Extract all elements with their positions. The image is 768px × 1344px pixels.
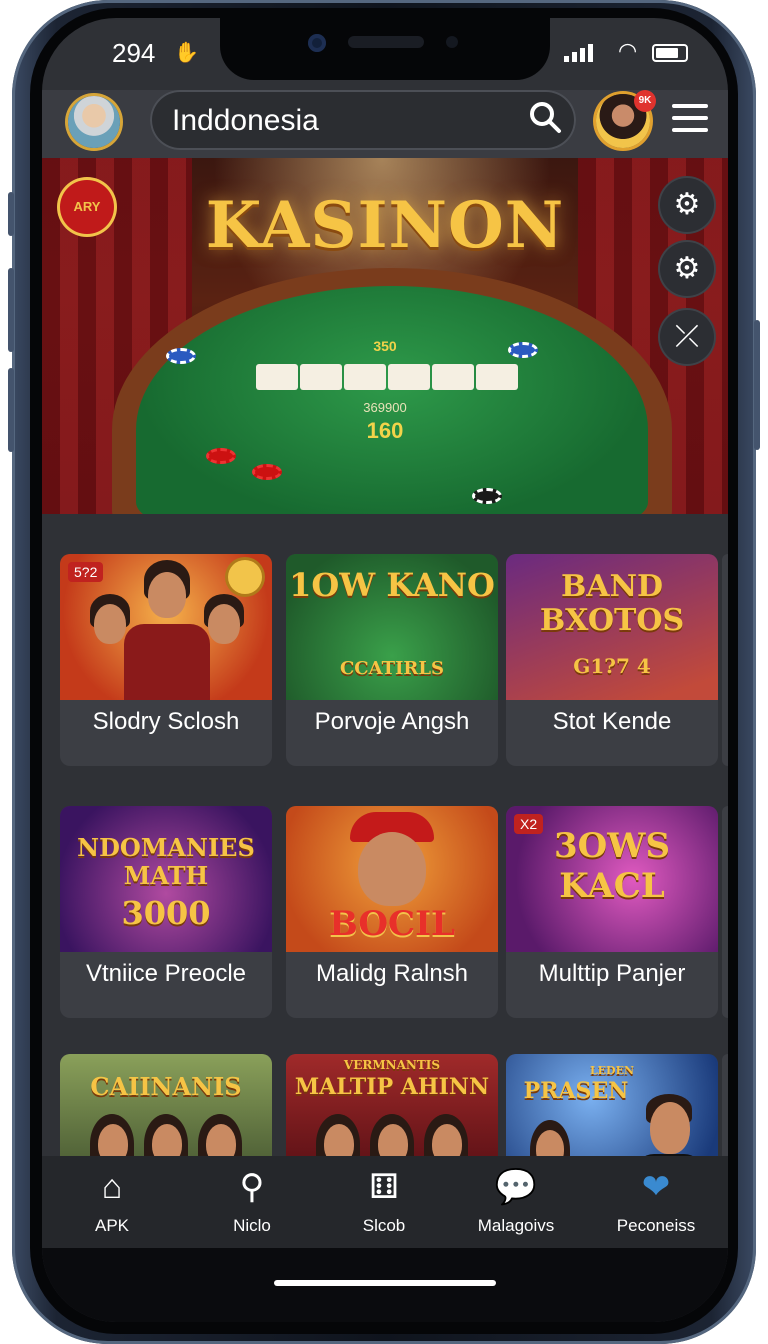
- search-icon: ⚲: [239, 1168, 265, 1206]
- swap-icon[interactable]: ⤫: [660, 310, 714, 364]
- game-title: Stot Kende: [552, 708, 672, 735]
- chip: [508, 342, 538, 358]
- nav-label: Niclo: [233, 1216, 271, 1235]
- notification-badge: 9K: [634, 90, 656, 112]
- next-card-peek: [722, 554, 728, 766]
- search-bar[interactable]: Inddonesia: [150, 90, 576, 150]
- game-thumbnail: 3OWS KACL X2: [506, 806, 718, 952]
- hamburger-menu-icon[interactable]: [672, 104, 708, 140]
- front-camera: [308, 34, 326, 52]
- game-title: Porvoje Angsh: [314, 708, 470, 735]
- game-card[interactable]: 1OW KANO CCATIRLS Porvoje Angsh: [286, 554, 498, 766]
- corner-badge: ARY: [60, 180, 114, 234]
- game-art-subtitle: G1?7 4: [573, 654, 651, 678]
- card-row: [256, 364, 518, 390]
- game-art-title: NDOMANIES MATH: [77, 833, 255, 890]
- home-indicator[interactable]: [274, 1280, 496, 1286]
- chip: [166, 348, 196, 364]
- search-input[interactable]: Inddonesia: [172, 104, 319, 138]
- game-title: Slodry Sclosh: [92, 708, 240, 735]
- game-art-subtitle: 3000: [121, 894, 211, 932]
- game-thumbnail: BAND BXOTOS G1?7 4: [506, 554, 718, 700]
- game-art-subtitle: LEDEN: [589, 1064, 635, 1077]
- game-card[interactable]: BAND BXOTOS G1?7 4 Stot Kende: [506, 554, 718, 766]
- nav-item-slcob[interactable]: ⚅ Slcob: [324, 1166, 444, 1236]
- nav-label: Peconeiss: [616, 1216, 696, 1235]
- game-thumbnail: 5?2: [60, 554, 272, 700]
- nav-label: Slcob: [362, 1216, 406, 1235]
- game-art-title: MALTIP AHINN: [294, 1074, 490, 1100]
- game-title: Vtniice Preocle: [85, 960, 247, 987]
- nav-item-peconeiss[interactable]: ❤ Peconeiss: [596, 1166, 716, 1236]
- game-art-title: PRASEN: [523, 1078, 629, 1104]
- earpiece-speaker: [348, 36, 424, 48]
- volume-up-button: [8, 268, 14, 352]
- camera-notch: [220, 18, 550, 80]
- felt-amount-text: 369900: [363, 400, 407, 415]
- game-art-subtitle: CCATIRLS: [339, 658, 445, 679]
- phone-screen: 294 ✋ ◠ Inddonesia 9K KASINON 350 369900…: [42, 18, 728, 1322]
- game-title: Malidg Ralnsh: [315, 960, 469, 987]
- profile-heart-icon: ❤: [641, 1168, 671, 1206]
- nav-item-malagoivs[interactable]: 💬 Malagoivs: [456, 1166, 576, 1236]
- user-avatar[interactable]: [68, 96, 120, 148]
- banner-title: KASINON: [205, 188, 565, 263]
- signal-icon: [564, 44, 593, 62]
- nav-item-apk[interactable]: ⌂ APK: [52, 1166, 172, 1236]
- nav-label: APK: [94, 1216, 130, 1235]
- settings-cog-icon[interactable]: ⚙: [660, 178, 714, 232]
- chip: [206, 448, 236, 464]
- game-card[interactable]: BOCIL Malidg Ralnsh: [286, 806, 498, 1018]
- game-title: Multtip Panjer: [538, 960, 686, 987]
- game-card[interactable]: NDOMANIES MATH 3000 Vtniice Preocle: [60, 806, 272, 1018]
- status-time: 294: [112, 38, 156, 68]
- felt-top-text: 350: [373, 338, 397, 354]
- hand-icon: ✋: [174, 42, 199, 64]
- home-icon: ⌂: [101, 1168, 123, 1206]
- battery-icon: [652, 44, 688, 62]
- game-art-title: 3OWS KACL: [553, 826, 670, 906]
- nav-label: Malagoivs: [477, 1216, 555, 1235]
- chat-bubble-icon: 💬: [494, 1168, 538, 1206]
- profile-avatar[interactable]: 9K: [596, 90, 656, 148]
- felt-pot-text: 160: [366, 418, 404, 443]
- power-button: [754, 320, 760, 450]
- search-icon[interactable]: [528, 100, 562, 134]
- game-art-title: BAND BXOTOS: [539, 569, 685, 638]
- game-thumbnail: BOCIL: [286, 806, 498, 952]
- nav-item-niclo[interactable]: ⚲ Niclo: [192, 1166, 312, 1236]
- game-art-title: BOCIL: [329, 904, 455, 944]
- bottom-nav: ⌂ APK ⚲ Niclo ⚅ Slcob 💬 Malagoivs ❤ Peco…: [42, 1156, 728, 1248]
- game-thumbnail: NDOMANIES MATH 3000: [60, 806, 272, 952]
- mute-switch: [8, 192, 14, 236]
- game-art-subtitle: VERMNANTIS: [343, 1058, 441, 1072]
- game-card[interactable]: 3OWS KACL X2 Multtip Panjer: [506, 806, 718, 1018]
- gear-icon[interactable]: ⚙: [660, 242, 714, 296]
- game-art-title: 1OW KANO: [289, 566, 495, 604]
- game-thumbnail: 1OW KANO CCATIRLS: [286, 554, 498, 700]
- next-card-peek: [722, 806, 728, 1018]
- proximity-sensor: [446, 36, 458, 48]
- game-card[interactable]: 5?2 Slodry Sclosh: [60, 554, 272, 766]
- game-art-title: CAIINANIS: [90, 1072, 242, 1101]
- chip: [252, 464, 282, 480]
- game-grid: 5?2 Slodry Sclosh 1OW KANO CCATIRLS Porv…: [42, 514, 728, 1174]
- wifi-icon: ◠: [618, 38, 638, 63]
- volume-down-button: [8, 368, 14, 452]
- dice-icon: ⚅: [369, 1168, 399, 1206]
- chip: [472, 488, 502, 504]
- hero-banner[interactable]: KASINON 350 369900 160 ARY ⚙ ⚙ ⤫: [42, 158, 728, 514]
- corner-tag: X2: [514, 814, 544, 834]
- corner-tag: 5?2: [68, 562, 104, 582]
- status-bar: 294 ✋ ◠: [42, 18, 728, 90]
